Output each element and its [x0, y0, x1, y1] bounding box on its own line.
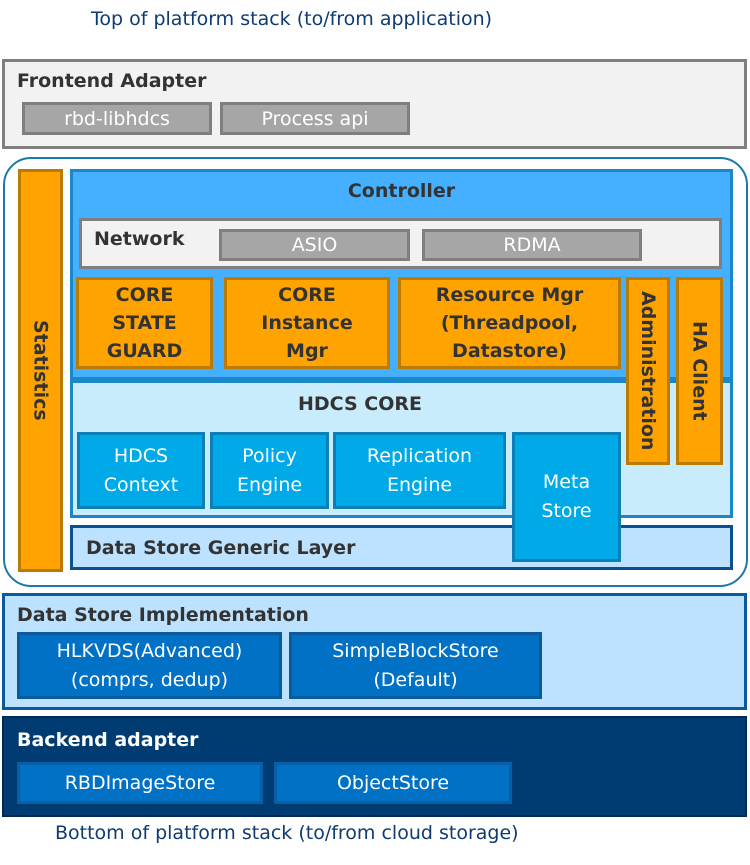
module-line: GUARD	[106, 340, 183, 362]
module-line: CORE	[278, 284, 336, 306]
module-line: Replication	[366, 444, 473, 467]
data-store-implementation-title: Data Store Implementation	[17, 604, 309, 626]
module-line: CORE	[115, 284, 174, 306]
ha-client-label: HA Client	[688, 321, 711, 421]
ha-client-box: HA Client	[676, 277, 723, 465]
rbdimagestore-box: RBDImageStore	[17, 762, 263, 804]
network-title: Network	[94, 228, 185, 250]
module-line: Store	[541, 500, 592, 522]
top-caption: Top of platform stack (to/from applicati…	[91, 8, 493, 30]
module-line: HLKVDS(Advanced)	[56, 639, 243, 662]
module-line: (comprs, dedup)	[70, 668, 229, 691]
statistics-box: Statistics	[18, 169, 63, 572]
rbd-libhdcs-box: rbd-libhdcs	[22, 102, 212, 135]
hdcs-context-box: HDCS Context	[77, 432, 205, 509]
hdcs-core-title: HDCS CORE	[298, 393, 422, 415]
simpleblockstore-box: SimpleBlockStore (Default)	[289, 632, 542, 699]
resource-mgr-box: Resource Mgr (Threadpool, Datastore)	[398, 277, 621, 369]
module-line: (Default)	[373, 668, 458, 691]
data-store-generic-layer-title: Data Store Generic Layer	[86, 537, 356, 559]
module-line: HDCS	[113, 444, 169, 467]
module-line: Context	[103, 473, 179, 496]
hlkvds-box: HLKVDS(Advanced) (comprs, dedup)	[17, 632, 282, 699]
module-line: Engine	[386, 473, 453, 496]
bottom-caption: Bottom of platform stack (to/from cloud …	[55, 822, 519, 844]
frontend-adapter-title: Frontend Adapter	[17, 70, 207, 92]
module-line: (Threadpool,	[440, 312, 579, 334]
process-api-box: Process api	[220, 102, 410, 135]
module-line: STATE	[112, 312, 177, 334]
statistics-label: Statistics	[29, 320, 52, 421]
administration-label: Administration	[637, 291, 659, 451]
module-line: Policy	[242, 444, 297, 467]
backend-adapter-title: Backend adapter	[17, 729, 199, 751]
module-line: Resource Mgr	[435, 284, 584, 306]
module-line: Mgr	[286, 340, 328, 362]
module-line: Meta	[542, 471, 591, 493]
module-line: Datastore)	[452, 340, 567, 362]
module-line: Engine	[236, 473, 303, 496]
core-state-guard-box: CORE STATE GUARD	[76, 277, 213, 369]
rdma-box: RDMA	[422, 229, 642, 261]
meta-store-box: Meta Store	[512, 432, 621, 562]
administration-box: Administration	[626, 277, 670, 465]
module-line: SimpleBlockStore	[332, 639, 499, 662]
controller-title: Controller	[347, 180, 456, 202]
policy-engine-box: Policy Engine	[210, 432, 329, 509]
replication-engine-box: Replication Engine	[333, 432, 506, 509]
objectstore-box: ObjectStore	[274, 762, 512, 804]
asio-box: ASIO	[219, 229, 410, 261]
core-instance-mgr-box: CORE Instance Mgr	[224, 277, 390, 369]
module-line: Instance	[261, 312, 353, 334]
